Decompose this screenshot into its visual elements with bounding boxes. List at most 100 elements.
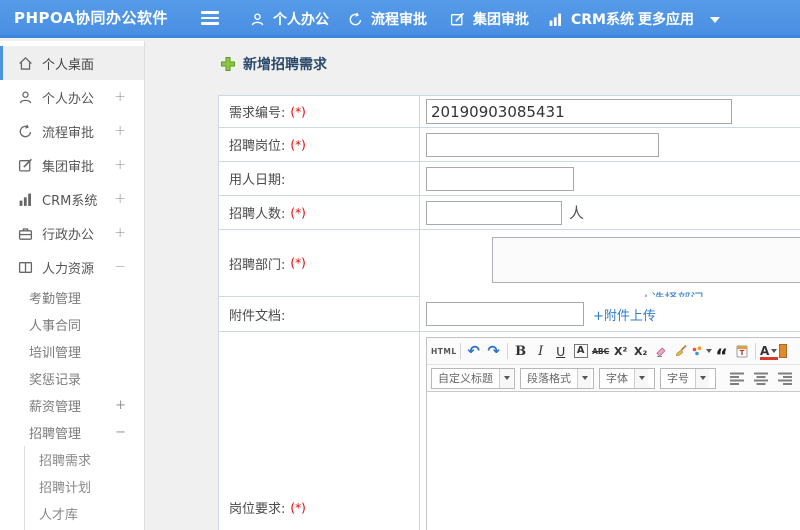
caret-down-icon [771, 349, 778, 353]
paste-icon[interactable]: T [732, 340, 752, 362]
nav-crm-system[interactable]: CRM系统 [548, 0, 634, 38]
sidebar-item-personal-desktop[interactable]: 个人桌面 [0, 46, 144, 80]
required-mark: (*) [290, 256, 306, 270]
subscript-button[interactable]: X₂ [631, 340, 651, 362]
sidebar-item-admin-office[interactable]: 行政办公 + [0, 216, 144, 250]
caret-down-icon [695, 368, 709, 388]
expand-plus-icon[interactable]: + [114, 191, 126, 207]
text-effects-palette-icon[interactable] [691, 340, 712, 362]
form-row-attachment: 附件文档: +附件上传 [219, 297, 800, 332]
eraser-icon[interactable] [651, 340, 671, 362]
field-label: 招聘部门: (*) [219, 230, 420, 296]
field-label: 招聘人数: (*) [219, 196, 420, 229]
request-number-input[interactable] [426, 99, 732, 124]
menu-toggle-icon[interactable] [201, 11, 219, 26]
headcount-input[interactable] [426, 200, 562, 225]
form-row-request-number: 需求编号: (*) [219, 96, 800, 128]
sidebar-subitem-label: 培训管理 [29, 346, 82, 361]
expand-plus-icon[interactable]: + [114, 89, 126, 105]
sidebar-subitem-salary[interactable]: 薪资管理 + [0, 392, 144, 419]
html-source-button[interactable]: HTML [431, 340, 457, 362]
hire-date-input[interactable] [426, 166, 574, 191]
caret-down-icon [577, 368, 591, 388]
rich-text-editor: HTML ↶ ↷ B I U A ABC X² X₂ “ T A 自定义标题 段… [426, 337, 800, 530]
recruitment-request-form: 需求编号: (*) 招聘岗位: (*) 用人日期: [218, 95, 800, 530]
font-size-select[interactable]: 字号 [660, 367, 716, 389]
collapse-minus-icon[interactable]: − [115, 425, 126, 440]
sidebar-subitem-label: 招聘计划 [39, 481, 92, 496]
underline-button[interactable]: U [551, 340, 571, 362]
strikethrough-button[interactable]: ABC [591, 340, 611, 362]
add-plus-icon [221, 57, 235, 71]
sidebar: 个人桌面 个人办公 + 流程审批 + 集团审批 + CRM系统 + 行政办公 + [0, 41, 145, 530]
brush-icon[interactable] [671, 340, 691, 362]
form-row-department: 招聘部门: (*) +选择部门 [219, 230, 800, 307]
required-mark: (*) [290, 500, 306, 515]
caret-down-icon[interactable] [710, 17, 720, 23]
nav-label: 流程审批 [371, 12, 427, 28]
nav-workflow-approval[interactable]: 流程审批 [348, 0, 427, 38]
font-style-button[interactable]: A [573, 344, 588, 358]
sidebar-item-crm[interactable]: CRM系统 + [0, 182, 144, 216]
sidebar-item-label: 个人办公 [42, 91, 95, 107]
bar-chart-icon [549, 13, 561, 26]
superscript-button[interactable]: X² [611, 340, 631, 362]
sidebar-subitem-recruit-plan[interactable]: 招聘计划 [25, 473, 144, 500]
expand-plus-icon[interactable]: + [115, 398, 126, 413]
blockquote-icon[interactable]: “ [712, 340, 732, 365]
bold-button[interactable]: B [511, 340, 531, 362]
sidebar-subitem-training[interactable]: 培训管理 [0, 338, 144, 365]
align-center-icon[interactable] [752, 369, 770, 387]
position-input[interactable] [426, 132, 659, 157]
sidebar-subitem-label: 人才库 [39, 508, 79, 523]
sidebar-item-personal-office[interactable]: 个人办公 + [0, 80, 144, 114]
expand-plus-icon[interactable]: + [114, 225, 126, 241]
person-icon [251, 12, 264, 25]
workflow-icon [349, 12, 362, 25]
editor-content-area[interactable] [427, 392, 800, 530]
editor-toolbar-row1: HTML ↶ ↷ B I U A ABC X² X₂ “ T A [427, 338, 800, 365]
sidebar-subitem-attendance[interactable]: 考勤管理 [0, 284, 144, 311]
sidebar-item-group-approval[interactable]: 集团审批 + [0, 148, 144, 182]
nav-group-approval[interactable]: 集团审批 [450, 0, 529, 38]
paragraph-format-select[interactable]: 段落格式 [520, 367, 594, 389]
sidebar-item-workflow-approval[interactable]: 流程审批 + [0, 114, 144, 148]
align-right-icon[interactable] [776, 369, 794, 387]
font-family-select[interactable]: 字体 [599, 367, 655, 389]
attachment-upload-link[interactable]: +附件上传 [593, 305, 656, 324]
sidebar-subitem-recruit-request[interactable]: 招聘需求 [25, 446, 144, 473]
undo-icon[interactable]: ↶ [464, 340, 484, 362]
home-icon [19, 56, 32, 70]
sidebar-subitem-rewards[interactable]: 奖惩记录 [0, 365, 144, 392]
custom-heading-select[interactable]: 自定义标题 [431, 367, 515, 389]
sidebar-subitem-hr-contract[interactable]: 人事合同 [0, 311, 144, 338]
nav-label: CRM系统 [571, 12, 634, 28]
expand-plus-icon[interactable]: + [114, 157, 126, 173]
font-color-button[interactable]: A [759, 340, 779, 362]
nav-more-apps[interactable]: 更多应用 [638, 0, 694, 38]
svg-text:T: T [739, 349, 744, 357]
sidebar-subitem-talent-pool[interactable]: 人才库 [25, 500, 144, 527]
italic-button[interactable]: I [531, 340, 551, 362]
expand-plus-icon[interactable]: + [114, 123, 126, 139]
collapse-minus-icon[interactable]: − [114, 259, 126, 275]
redo-icon[interactable]: ↷ [484, 340, 504, 362]
form-row-hire-date: 用人日期: [219, 162, 800, 196]
sidebar-item-label: 集团审批 [42, 159, 95, 175]
sidebar-subitem-label: 薪资管理 [29, 400, 82, 415]
sidebar-subitem-recruitment[interactable]: 招聘管理 − [0, 419, 144, 446]
align-left-icon[interactable] [728, 369, 746, 387]
editor-toolbar-row2: 自定义标题 段落格式 字体 字号 [427, 364, 800, 392]
attachment-input[interactable] [426, 302, 584, 326]
nav-label: 集团审批 [473, 12, 529, 28]
background-color-icon[interactable] [778, 344, 787, 358]
nav-personal-office[interactable]: 个人办公 [250, 0, 329, 38]
sidebar-subitem-label: 人事合同 [29, 319, 82, 334]
required-mark: (*) [290, 205, 306, 220]
sidebar-item-label: CRM系统 [42, 193, 98, 209]
form-row-position: 招聘岗位: (*) [219, 128, 800, 162]
department-textarea[interactable] [492, 237, 800, 283]
field-label: 需求编号: (*) [219, 96, 420, 127]
edit-square-icon [450, 12, 465, 26]
sidebar-item-hr[interactable]: 人力资源 − [0, 250, 144, 284]
